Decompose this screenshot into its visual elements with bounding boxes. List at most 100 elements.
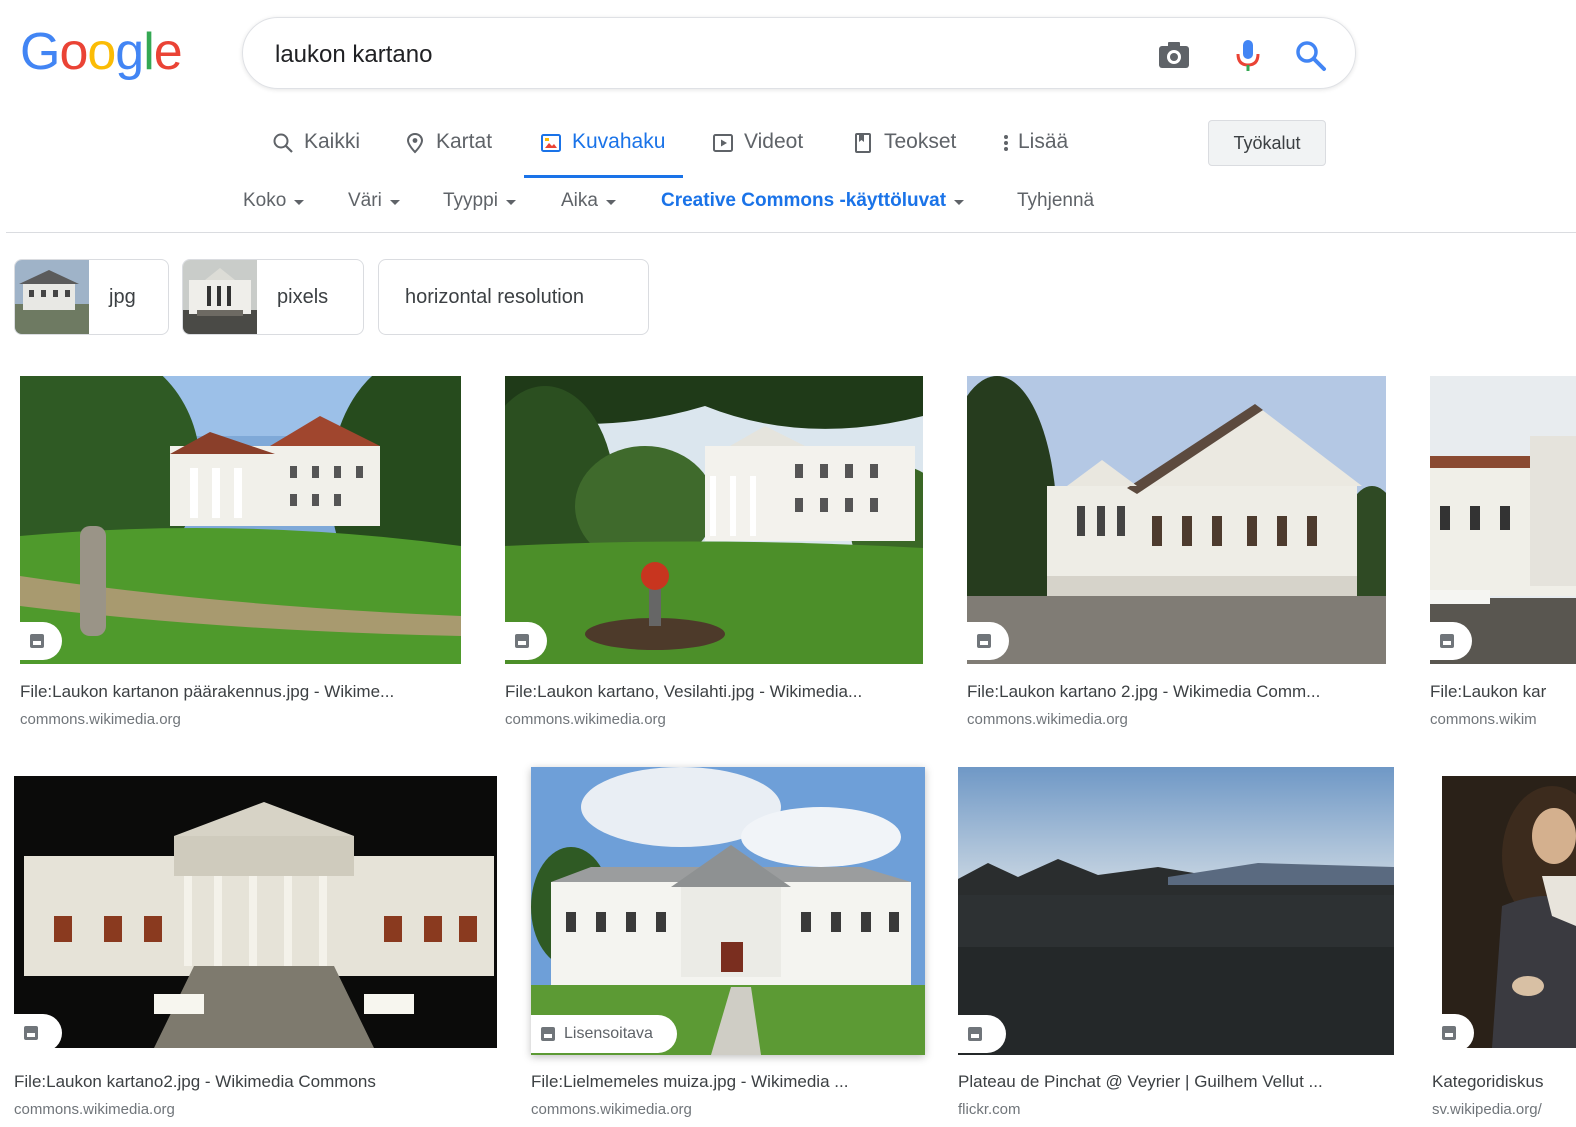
filter-type[interactable]: Tyyppi: [443, 190, 516, 212]
result-image[interactable]: [958, 767, 1394, 1055]
image-type-badge: [505, 622, 547, 660]
image-result[interactable]: File:Laukon kartano, Vesilahti.jpg - Wik…: [505, 376, 923, 736]
image-result[interactable]: File:Laukon kartanon päärakennus.jpg - W…: [20, 376, 461, 736]
image-icon: [968, 1027, 982, 1041]
search-icon: [273, 133, 293, 153]
result-title[interactable]: File:Laukon kartano, Vesilahti.jpg - Wik…: [505, 682, 923, 702]
logo-letter: e: [153, 23, 183, 81]
result-image[interactable]: [967, 376, 1386, 664]
divider: [6, 232, 1576, 233]
filter-time[interactable]: Aika: [561, 190, 616, 212]
logo-letter: o: [59, 23, 88, 81]
image-type-badge: [20, 622, 62, 660]
image-result[interactable]: File:Laukon kar commons.wikim: [1430, 376, 1576, 736]
filter-label: Koko: [243, 190, 287, 211]
result-image[interactable]: [1442, 776, 1576, 1048]
tab-label: Lisää: [1018, 130, 1069, 153]
logo-letter: o: [87, 23, 116, 81]
camera-icon[interactable]: [1157, 38, 1191, 72]
caret-down-icon: [389, 199, 400, 205]
result-title[interactable]: File:Lielmemeles muiza.jpg - Wikimedia .…: [531, 1072, 925, 1092]
result-source[interactable]: commons.wikimedia.org: [531, 1101, 925, 1118]
search-icon[interactable]: [1293, 38, 1327, 72]
search-box[interactable]: [242, 17, 1356, 89]
image-type-badge: [958, 1015, 1006, 1053]
result-source[interactable]: commons.wikimedia.org: [20, 711, 461, 728]
caret-down-icon: [954, 199, 965, 205]
image-icon: [1440, 634, 1454, 648]
badge-label: Lisensoitava: [564, 1025, 653, 1042]
chip-pixels[interactable]: pixels: [182, 259, 364, 335]
result-source[interactable]: commons.wikimedia.org: [14, 1101, 497, 1118]
tab-videot[interactable]: Videot: [712, 120, 803, 178]
tab-teokset[interactable]: Teokset: [852, 120, 956, 178]
caret-down-icon: [605, 199, 616, 205]
tab-label: Kuvahaku: [572, 130, 666, 153]
result-title[interactable]: File:Laukon kartanon päärakennus.jpg - W…: [20, 682, 461, 702]
google-logo[interactable]: Google: [20, 22, 183, 82]
chip-thumbnail: [15, 260, 89, 334]
map-pin-icon: [406, 132, 424, 154]
clear-filters-link[interactable]: Tyhjennä: [1017, 190, 1094, 212]
image-icon: [541, 1027, 555, 1041]
mic-icon[interactable]: [1231, 38, 1265, 72]
tab-label: Kartat: [436, 130, 493, 153]
logo-letter: l: [143, 23, 155, 81]
tab-label: Teokset: [884, 130, 957, 153]
image-icon: [30, 634, 44, 648]
tab-lisaa[interactable]: Lisää: [1002, 120, 1068, 178]
result-title[interactable]: File:Laukon kar: [1430, 682, 1576, 702]
caret-down-icon: [294, 199, 305, 205]
image-result[interactable]: File:Laukon kartano 2.jpg - Wikimedia Co…: [967, 376, 1386, 736]
chip-horizontal-resolution[interactable]: horizontal resolution: [378, 259, 649, 335]
logo-letter: G: [20, 23, 60, 81]
tab-label: Videot: [744, 130, 804, 153]
image-result[interactable]: Lisensoitava File:Lielmemeles muiza.jpg …: [531, 767, 925, 1126]
filter-label: Aika: [561, 190, 598, 211]
image-result[interactable]: Plateau de Pinchat @ Veyrier | Guilhem V…: [958, 767, 1394, 1126]
result-title[interactable]: Kategoridiskus: [1432, 1072, 1576, 1092]
result-source[interactable]: sv.wikipedia.org/: [1432, 1101, 1576, 1118]
more-vert-icon: [1004, 135, 1008, 151]
result-source[interactable]: commons.wikim: [1430, 711, 1576, 728]
chip-label: horizontal resolution: [405, 285, 584, 308]
result-image[interactable]: [1430, 376, 1576, 664]
license-badge: Lisensoitava: [531, 1015, 677, 1053]
result-source[interactable]: commons.wikimedia.org: [967, 711, 1386, 728]
result-image[interactable]: [531, 767, 925, 1055]
result-title[interactable]: File:Laukon kartano2.jpg - Wikimedia Com…: [14, 1072, 497, 1092]
image-icon: [1442, 1026, 1456, 1040]
play-icon: [713, 134, 733, 152]
logo-letter: g: [115, 23, 144, 81]
book-icon: [855, 133, 871, 153]
caret-down-icon: [505, 199, 516, 205]
result-image[interactable]: [20, 376, 461, 664]
tab-label: Kaikki: [304, 130, 361, 153]
filter-size[interactable]: Koko: [243, 190, 305, 212]
result-image[interactable]: [505, 376, 923, 664]
tools-button[interactable]: Työkalut: [1208, 120, 1326, 166]
tab-kuvahaku[interactable]: Kuvahaku: [523, 120, 684, 178]
image-type-badge: [1432, 1014, 1474, 1052]
chip-jpg[interactable]: jpg: [14, 259, 169, 335]
image-type-badge: [14, 1014, 62, 1052]
tab-kaikki[interactable]: Kaikki: [272, 120, 360, 178]
filter-label: Creative Commons -käyttöluvat: [661, 190, 947, 211]
filter-color[interactable]: Väri: [348, 190, 400, 212]
chip-label: jpg: [109, 285, 136, 308]
tab-kartat[interactable]: Kartat: [404, 120, 492, 178]
image-result[interactable]: Kategoridiskus sv.wikipedia.org/: [1432, 776, 1576, 1126]
result-title[interactable]: File:Laukon kartano 2.jpg - Wikimedia Co…: [967, 682, 1386, 702]
image-icon: [541, 134, 561, 152]
result-image[interactable]: [14, 776, 497, 1048]
search-input[interactable]: [273, 36, 1137, 74]
result-title[interactable]: Plateau de Pinchat @ Veyrier | Guilhem V…: [958, 1072, 1394, 1092]
result-source[interactable]: flickr.com: [958, 1101, 1394, 1118]
image-icon: [24, 1026, 38, 1040]
chip-thumbnail: [183, 260, 257, 334]
filter-usage-rights[interactable]: Creative Commons -käyttöluvat: [661, 190, 965, 212]
filter-label: Väri: [348, 190, 382, 211]
filter-label: Tyhjennä: [1017, 190, 1095, 211]
result-source[interactable]: commons.wikimedia.org: [505, 711, 923, 728]
image-result[interactable]: File:Laukon kartano2.jpg - Wikimedia Com…: [14, 776, 497, 1126]
